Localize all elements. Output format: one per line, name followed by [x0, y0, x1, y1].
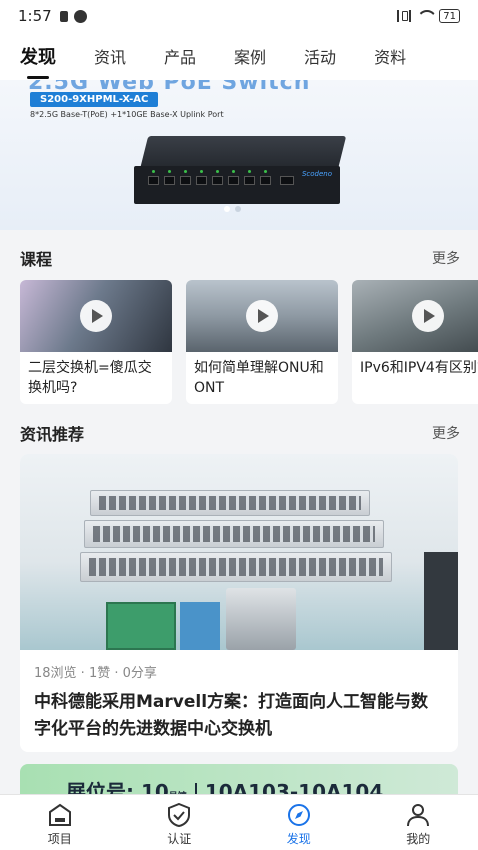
course-card[interactable]: 二层交换机=傻瓜交换机吗? — [20, 280, 172, 404]
banner-spec: 8*2.5G Base-T(PoE) +1*10GE Base-X Uplink… — [30, 110, 224, 119]
switch-product-image: Scodeno — [134, 136, 347, 208]
battery-level: 71 — [443, 10, 456, 22]
course-title: IPv6和IPV4有区别? — [360, 360, 478, 376]
tab-news[interactable]: 资讯 — [94, 44, 126, 68]
play-icon — [412, 300, 444, 332]
nav-profile[interactable]: 我的 — [359, 795, 478, 850]
news-title: 资讯推荐 — [20, 425, 85, 444]
courses-list: 二层交换机=傻瓜交换机吗? 如何简单理解ONU和ONT IPv6和IPV4有区别… — [20, 280, 478, 406]
news-more-link[interactable]: 更多 — [432, 423, 460, 443]
play-icon — [246, 300, 278, 332]
tab-cases[interactable]: 案例 — [234, 44, 266, 68]
tab-products[interactable]: 产品 — [164, 44, 196, 68]
compass-icon — [287, 804, 310, 826]
banner-brand: Scodeno — [301, 170, 332, 178]
status-time: 1:57 — [18, 7, 52, 25]
profile-icon — [407, 804, 430, 827]
nav-project[interactable]: 项目 — [0, 795, 120, 850]
top-tab-bar: 发现 资讯 产品 案例 活动 资料 — [0, 32, 478, 80]
carousel-indicator — [224, 206, 241, 212]
banner-carousel[interactable]: 2.5G Web PoE Switch S200-9XHPML-X-AC 8*2… — [0, 80, 478, 230]
news-headline: 中科德能采用Marvell方案：打造面向人工智能与数字化平台的先进数据中心交换机 — [34, 692, 429, 739]
nav-certification-label: 认证 — [167, 832, 192, 846]
tab-events[interactable]: 活动 — [304, 44, 336, 68]
status-icons: 71 — [397, 9, 460, 23]
tab-discover[interactable]: 发现 — [20, 43, 56, 69]
lock-icon — [59, 10, 68, 22]
courses-title: 课程 — [20, 250, 53, 269]
banner-model-tag: S200-9XHPML-X-AC — [30, 92, 159, 107]
news-image — [20, 454, 458, 650]
course-thumbnail — [352, 280, 478, 352]
wifi-icon — [417, 10, 433, 22]
certification-icon — [168, 803, 191, 827]
nav-project-label: 项目 — [47, 832, 72, 846]
course-thumbnail — [186, 280, 338, 352]
news-header: 资讯推荐 更多 — [20, 421, 460, 445]
status-bar: 1:57 71 — [0, 0, 478, 32]
play-icon — [80, 300, 112, 332]
course-card[interactable]: 如何简单理解ONU和ONT — [186, 280, 338, 404]
nav-discover-label: 发现 — [286, 832, 311, 846]
courses-header: 课程 更多 — [20, 246, 460, 270]
news-meta: 18浏览 · 1赞 · 0分享 — [34, 666, 157, 681]
courses-more-link[interactable]: 更多 — [432, 248, 460, 268]
bottom-nav: 项目 认证 发现 我的 — [0, 794, 478, 850]
project-icon — [48, 803, 71, 826]
news-card[interactable]: 18浏览 · 1赞 · 0分享 中科德能采用Marvell方案：打造面向人工智能… — [20, 454, 458, 752]
course-card[interactable]: IPv6和IPV4有区别? — [352, 280, 478, 404]
course-title: 如何简单理解ONU和ONT — [194, 360, 324, 396]
course-thumbnail — [20, 280, 172, 352]
tab-resources[interactable]: 资料 — [374, 44, 406, 68]
battery-icon: 71 — [439, 9, 460, 23]
globe-icon — [73, 9, 87, 23]
vibrate-icon — [397, 10, 412, 22]
nav-certification[interactable]: 认证 — [120, 795, 240, 850]
nav-profile-label: 我的 — [406, 832, 431, 846]
course-title: 二层交换机=傻瓜交换机吗? — [28, 360, 152, 396]
nav-discover[interactable]: 发现 — [239, 795, 359, 850]
